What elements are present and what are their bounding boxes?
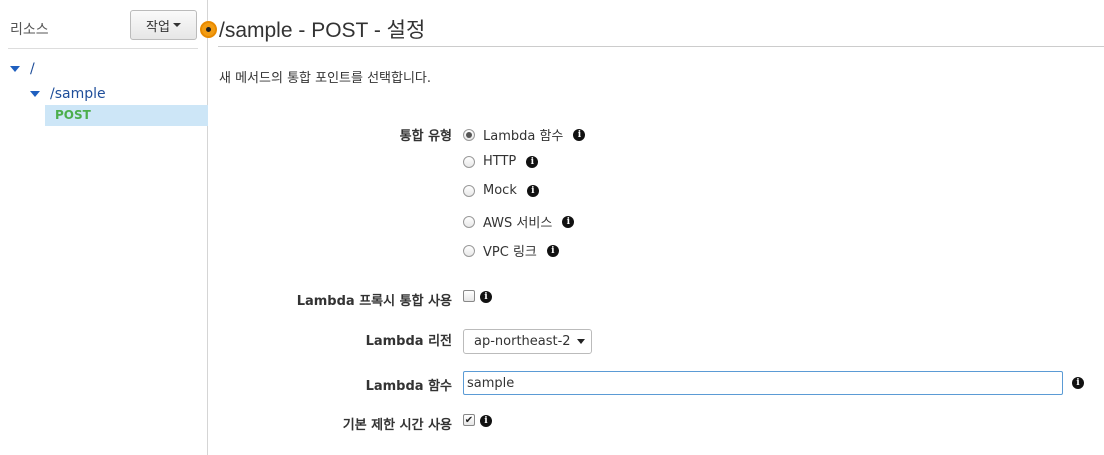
radio-option-mock[interactable]: Mock i	[463, 183, 539, 198]
info-icon[interactable]: i	[546, 244, 559, 257]
expand-triangle-icon[interactable]	[30, 91, 40, 97]
radio-button[interactable]	[463, 215, 475, 228]
radio-label: HTTP	[483, 154, 517, 169]
info-icon[interactable]: i	[562, 215, 575, 228]
page-description: 새 메서드의 통합 포인트를 선택합니다.	[219, 71, 432, 86]
info-icon[interactable]: i	[526, 184, 539, 197]
lambda-region-select[interactable]: ap-northeast-2	[463, 329, 592, 354]
tree-item-root[interactable]: /	[10, 61, 35, 77]
lambda-function-input[interactable]	[463, 371, 1063, 395]
tree-item-post-method[interactable]: POST	[45, 105, 208, 126]
radio-option-lambda[interactable]: Lambda 함수 i	[463, 125, 586, 144]
expand-triangle-icon[interactable]	[10, 66, 20, 72]
resources-sidebar: 리소스 작업 / /sample POST	[0, 0, 208, 455]
radio-button[interactable]	[463, 244, 475, 257]
title-divider	[218, 46, 1104, 47]
info-icon[interactable]: i	[573, 128, 586, 141]
page-title: /sample - POST - 설정	[219, 19, 426, 42]
radio-label: Lambda 함수	[483, 129, 564, 144]
radio-label: AWS 서비스	[483, 216, 553, 231]
tree-item-root-label: /	[30, 61, 35, 77]
lambda-region-label: Lambda 리전	[365, 334, 452, 349]
radio-option-aws-service[interactable]: AWS 서비스 i	[463, 212, 575, 231]
radio-button[interactable]	[463, 184, 475, 197]
resources-title: 리소스	[10, 22, 49, 38]
proxy-integration-checkbox[interactable]	[463, 290, 475, 302]
handle-dot-icon	[206, 27, 211, 32]
sidebar-divider	[8, 48, 198, 49]
info-icon[interactable]: i	[480, 415, 492, 427]
caret-down-icon	[172, 23, 181, 27]
info-icon[interactable]: i	[526, 155, 539, 168]
info-icon[interactable]: i	[1072, 377, 1084, 389]
tree-item-sample[interactable]: /sample	[30, 86, 106, 102]
integration-type-label: 통합 유형	[399, 129, 452, 144]
actions-button-label: 작업	[146, 19, 170, 35]
radio-option-http[interactable]: HTTP i	[463, 154, 539, 169]
tree-item-sample-label: /sample	[50, 86, 106, 102]
proxy-integration-label: Lambda 프록시 통합 사용	[296, 294, 452, 309]
info-icon[interactable]: i	[480, 291, 492, 303]
radio-button[interactable]	[463, 128, 475, 141]
caret-down-icon	[577, 339, 585, 344]
lambda-function-label: Lambda 함수	[365, 379, 452, 394]
default-timeout-label: 기본 제한 시간 사용	[342, 418, 452, 433]
radio-button[interactable]	[463, 155, 475, 168]
default-timeout-checkbox[interactable]: ✔	[463, 414, 475, 426]
radio-option-vpc-link[interactable]: VPC 링크 i	[463, 241, 559, 260]
actions-button[interactable]: 작업	[130, 10, 197, 40]
radio-label: Mock	[483, 183, 517, 198]
radio-label: VPC 링크	[483, 245, 537, 260]
sidebar-collapse-handle[interactable]	[200, 21, 217, 38]
lambda-region-value: ap-northeast-2	[474, 334, 571, 349]
